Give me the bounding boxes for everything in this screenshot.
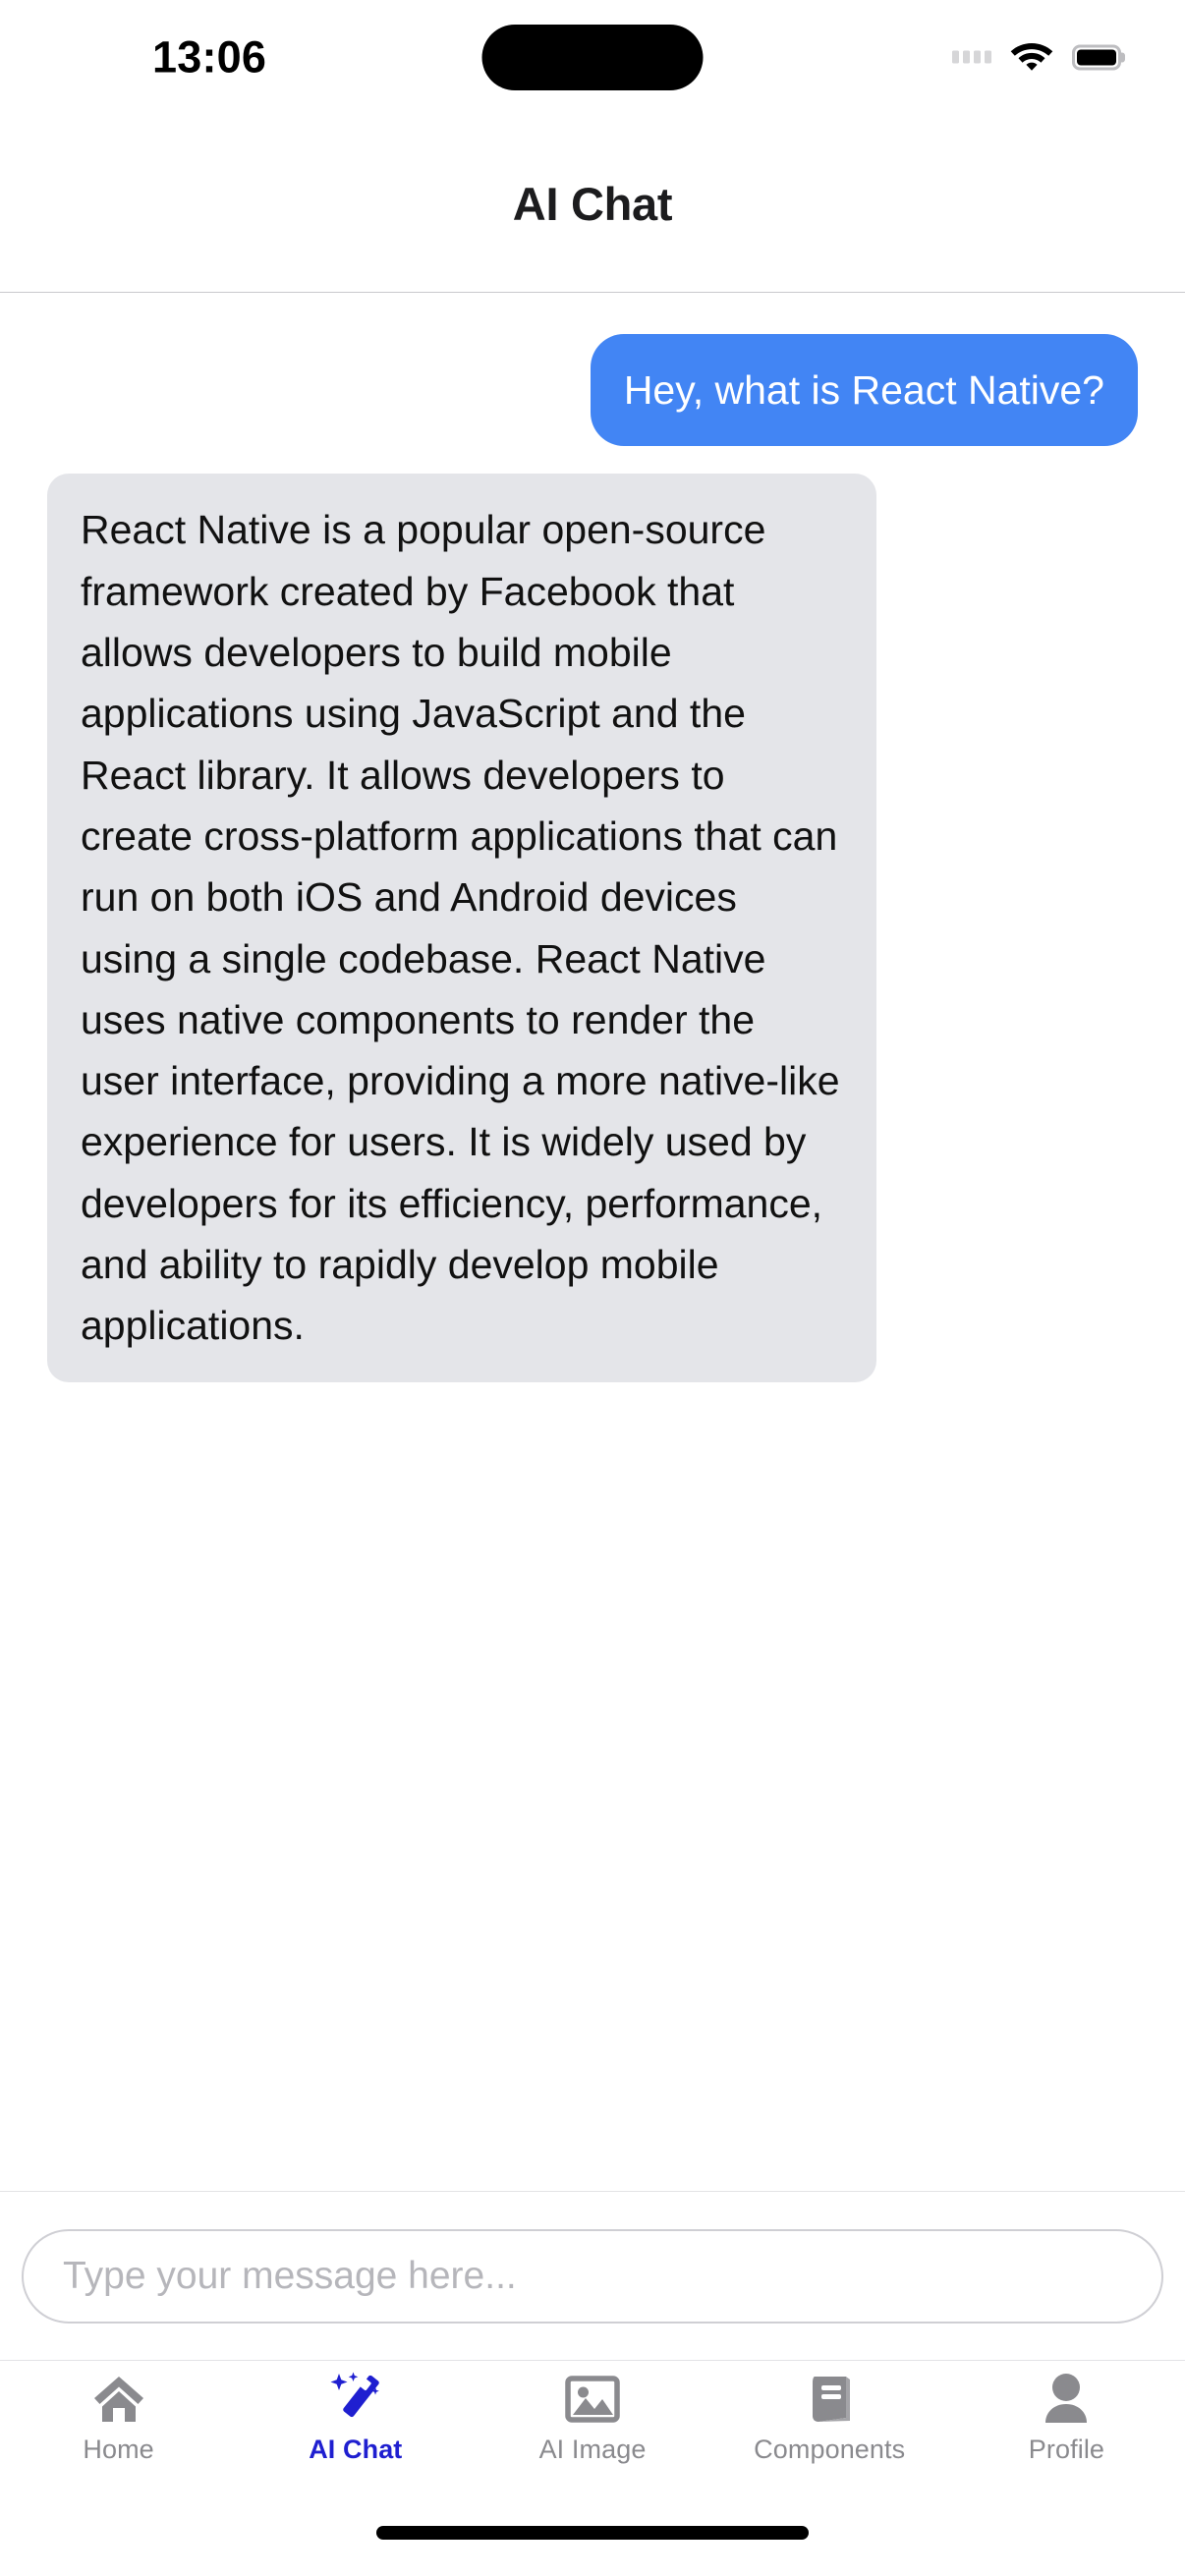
status-bar: 13:06 xyxy=(0,0,1185,116)
tab-ai-image[interactable]: AI Image xyxy=(474,2371,710,2465)
person-icon xyxy=(1041,2371,1092,2428)
book-icon xyxy=(802,2371,857,2428)
user-message-bubble: Hey, what is React Native? xyxy=(590,334,1138,447)
message-row-user: Hey, what is React Native? xyxy=(47,334,1138,447)
tab-profile[interactable]: Profile xyxy=(948,2371,1185,2465)
home-indicator[interactable] xyxy=(376,2526,809,2540)
image-icon xyxy=(565,2371,620,2428)
message-input-bar xyxy=(0,2191,1185,2360)
dynamic-island xyxy=(481,25,704,90)
tab-label-home: Home xyxy=(83,2435,154,2464)
tab-home[interactable]: Home xyxy=(0,2371,237,2465)
tab-label-components: Components xyxy=(754,2435,906,2464)
wifi-icon xyxy=(1009,38,1054,77)
phone-screen: 13:06 AI Chat Hey, what is React Native? xyxy=(0,0,1185,2576)
battery-icon xyxy=(1072,44,1121,70)
bottom-tab-bar: Home AI Chat AI Image Components Profile xyxy=(0,2360,1185,2490)
tab-label-ai-image: AI Image xyxy=(538,2435,647,2464)
tab-components[interactable]: Components xyxy=(711,2371,948,2465)
message-row-bot: React Native is a popular open-source fr… xyxy=(47,474,1138,1382)
status-bar-indicators xyxy=(952,38,1121,77)
home-icon xyxy=(91,2371,146,2428)
status-bar-time: 13:06 xyxy=(152,31,267,83)
bot-message-bubble: React Native is a popular open-source fr… xyxy=(47,474,876,1382)
cellular-signal-icon xyxy=(952,50,991,64)
tab-label-ai-chat: AI Chat xyxy=(309,2435,403,2464)
tab-ai-chat[interactable]: AI Chat xyxy=(237,2371,474,2465)
nav-header: AI Chat xyxy=(0,116,1185,293)
home-indicator-area xyxy=(0,2490,1185,2576)
tab-label-profile: Profile xyxy=(1028,2435,1105,2464)
magic-wand-icon xyxy=(327,2371,384,2428)
chat-message-list[interactable]: Hey, what is React Native? React Native … xyxy=(0,293,1185,2191)
message-input[interactable] xyxy=(22,2228,1163,2324)
page-title: AI Chat xyxy=(512,178,673,230)
